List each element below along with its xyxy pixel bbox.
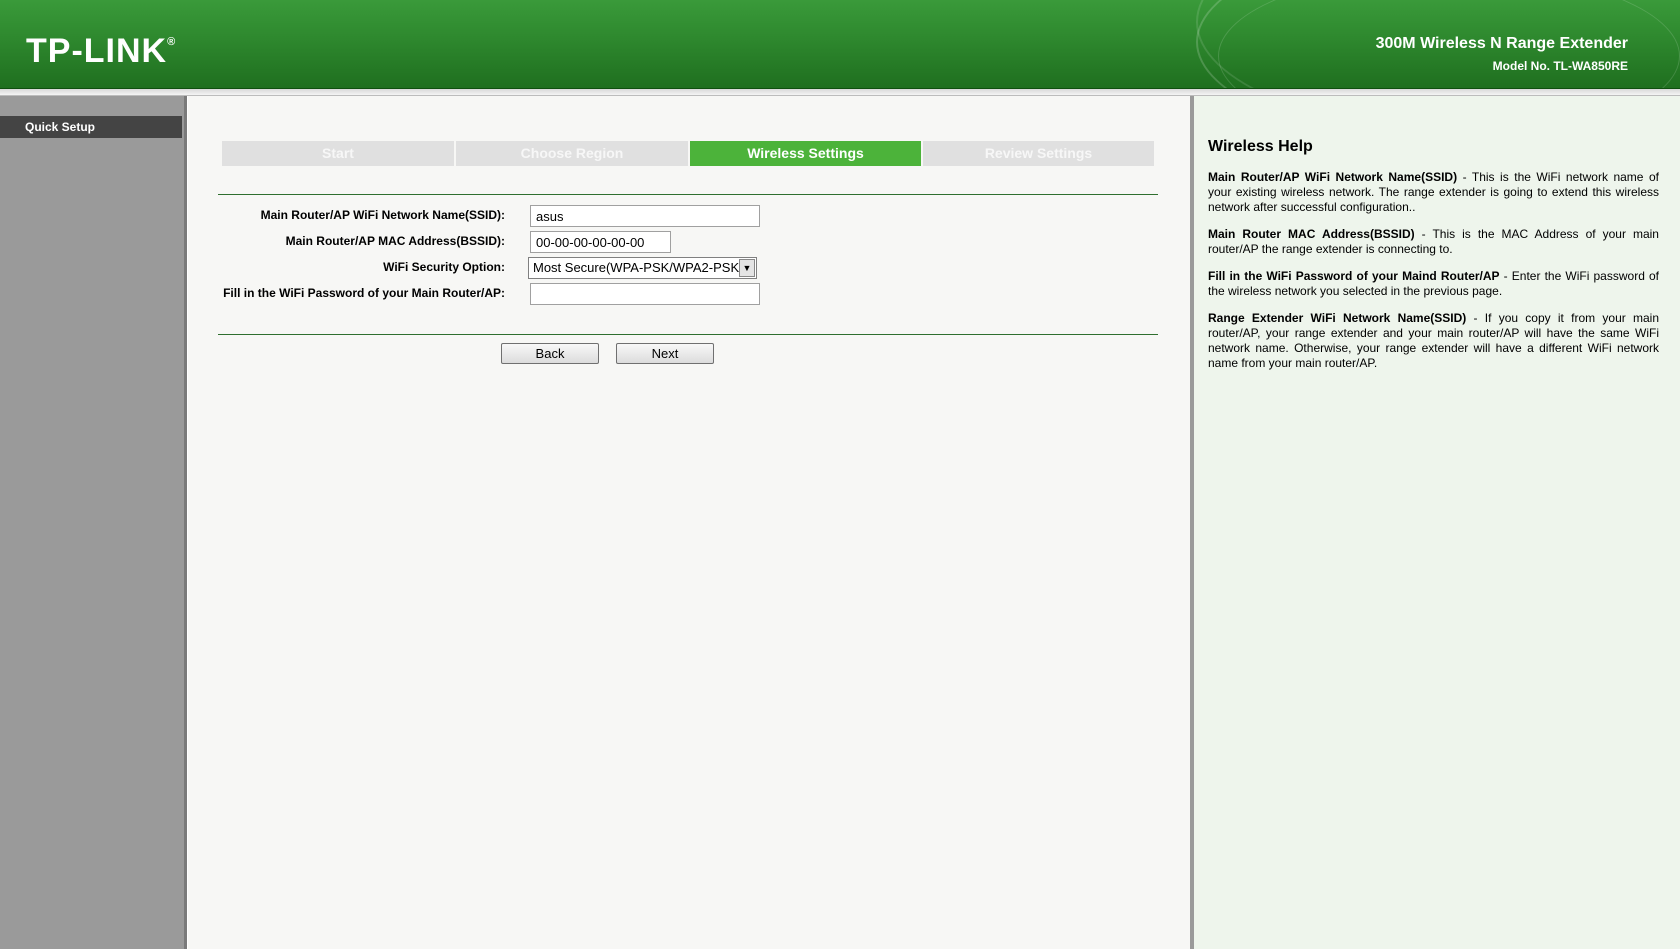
- section-divider: [218, 334, 1158, 335]
- header-banner: TP-LINK® 300M Wireless N Range Extender …: [0, 0, 1680, 89]
- setup-steps: Start Choose Region Wireless Settings Re…: [222, 141, 1154, 166]
- bssid-input[interactable]: [530, 231, 671, 253]
- help-term: Fill in the WiFi Password of your Maind …: [1208, 269, 1500, 283]
- help-title: Wireless Help: [1208, 138, 1313, 155]
- help-item: Main Router/AP WiFi Network Name(SSID) -…: [1208, 170, 1659, 215]
- tp-link-logo: TP-LINK®: [26, 32, 176, 71]
- help-item: Range Extender WiFi Network Name(SSID) -…: [1208, 311, 1659, 371]
- bssid-label: Main Router/AP MAC Address(BSSID):: [285, 234, 505, 248]
- ssid-label: Main Router/AP WiFi Network Name(SSID):: [260, 208, 505, 222]
- registered-mark: ®: [167, 36, 177, 48]
- model-number: Model No. TL-WA850RE: [1492, 59, 1628, 73]
- help-panel: Wireless Help Main Router/AP WiFi Networ…: [1194, 96, 1680, 949]
- help-term: Main Router/AP WiFi Network Name(SSID): [1208, 170, 1458, 184]
- password-label: Fill in the WiFi Password of your Main R…: [223, 286, 505, 300]
- sidebar-item-quick-setup[interactable]: Quick Setup: [0, 116, 182, 138]
- button-row: Back Next: [218, 343, 1158, 367]
- next-button[interactable]: Next: [616, 343, 714, 364]
- back-button[interactable]: Back: [501, 343, 599, 364]
- help-item: Main Router MAC Address(BSSID) - This is…: [1208, 227, 1659, 257]
- password-input[interactable]: [530, 283, 760, 305]
- help-body: Main Router/AP WiFi Network Name(SSID) -…: [1208, 170, 1659, 383]
- help-item: Fill in the WiFi Password of your Maind …: [1208, 269, 1659, 299]
- security-select[interactable]: Most Secure(WPA-PSK/WPA2-PSK) ▼: [528, 257, 757, 279]
- bssid-row: Main Router/AP MAC Address(BSSID):: [218, 231, 1158, 255]
- ssid-input[interactable]: [530, 205, 760, 227]
- help-term: Range Extender WiFi Network Name(SSID): [1208, 311, 1467, 325]
- ssid-row: Main Router/AP WiFi Network Name(SSID):: [218, 205, 1158, 229]
- help-term: Main Router MAC Address(BSSID): [1208, 227, 1415, 241]
- security-selected-value: Most Secure(WPA-PSK/WPA2-PSK): [533, 260, 744, 275]
- security-row: WiFi Security Option: Most Secure(WPA-PS…: [218, 257, 1158, 281]
- step-wireless-settings: Wireless Settings: [690, 141, 921, 166]
- product-title: 300M Wireless N Range Extender: [1375, 35, 1628, 52]
- main-content: Start Choose Region Wireless Settings Re…: [188, 96, 1190, 949]
- section-divider: [218, 194, 1158, 195]
- step-review-settings: Review Settings: [923, 141, 1154, 166]
- step-choose-region: Choose Region: [456, 141, 688, 166]
- sidebar: Quick Setup: [0, 96, 187, 949]
- logo-text: TP-LINK: [26, 32, 168, 70]
- header-divider: [0, 89, 1680, 96]
- password-row: Fill in the WiFi Password of your Main R…: [218, 283, 1158, 307]
- security-label: WiFi Security Option:: [383, 260, 505, 274]
- step-start: Start: [222, 141, 454, 166]
- chevron-down-icon[interactable]: ▼: [739, 259, 755, 277]
